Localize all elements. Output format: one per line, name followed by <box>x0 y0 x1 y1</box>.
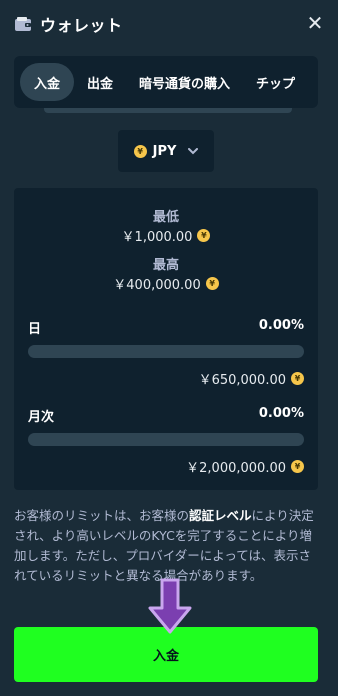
daily-percent: 0.00% <box>258 318 304 333</box>
daily-label: 日 <box>28 322 42 337</box>
wallet-icon <box>15 17 31 31</box>
page-title: ウォレット <box>40 16 123 35</box>
yen-coin-icon: ¥ <box>133 144 147 158</box>
tab-withdraw[interactable]: 出金 <box>74 63 126 101</box>
limits-panel: 最低 ￥1,000.00 ¥ 最高 ￥400,000.00 ¥ 日 0.00% … <box>14 188 318 490</box>
yen-coin-icon: ¥ <box>291 460 304 473</box>
monthly-amount: ￥2,000,000.00 <box>186 461 286 476</box>
wallet-tabs: 入金 出金 暗号通貨の購入 チップ <box>14 56 318 108</box>
monthly-label: 月次 <box>28 410 55 425</box>
yen-coin-icon: ¥ <box>197 229 211 242</box>
max-value: ￥400,000.00 <box>113 278 201 293</box>
tabs-scrollbar[interactable] <box>44 108 292 113</box>
yen-coin-icon: ¥ <box>205 277 219 290</box>
monthly-percent: 0.00% <box>258 406 304 421</box>
close-icon: ✕ <box>306 11 324 35</box>
verification-level-link[interactable]: 認証レベル <box>189 508 252 523</box>
wallet-header: ウォレット ✕ <box>0 0 338 48</box>
tab-tip[interactable]: チップ <box>243 63 308 101</box>
deposit-button-label: 入金 <box>152 649 179 664</box>
monthly-amount-row: ￥2,000,000.00 ¥ <box>186 457 304 476</box>
currency-code: JPY <box>152 143 177 159</box>
daily-amount: ￥650,000.00 <box>198 373 286 388</box>
yen-coin-icon: ¥ <box>291 372 304 385</box>
monthly-progress-bar <box>28 433 304 446</box>
daily-amount-row: ￥650,000.00 ¥ <box>199 369 304 388</box>
min-value-row: ￥1,000.00 ¥ <box>14 226 318 245</box>
tab-buy-crypto[interactable]: 暗号通貨の購入 <box>126 63 243 101</box>
deposit-button[interactable]: 入金 <box>14 627 318 682</box>
min-value: ￥1,000.00 <box>121 230 193 245</box>
max-value-row: ￥400,000.00 ¥ <box>14 274 318 293</box>
chevron-down-icon <box>188 145 199 158</box>
arrow-down-icon <box>148 578 192 634</box>
currency-select[interactable]: ¥ JPY <box>118 130 214 172</box>
limits-notice: お客様のリミットは、お客様の認証レベルにより決定され、より高いレベルのKYCを完… <box>14 506 320 586</box>
notice-text-1: お客様のリミットは、お客様の <box>14 508 190 523</box>
tab-deposit[interactable]: 入金 <box>20 63 75 101</box>
min-label: 最低 <box>152 210 179 225</box>
daily-progress-bar <box>28 345 304 358</box>
max-label: 最高 <box>152 258 179 273</box>
close-button[interactable]: ✕ <box>304 11 326 35</box>
